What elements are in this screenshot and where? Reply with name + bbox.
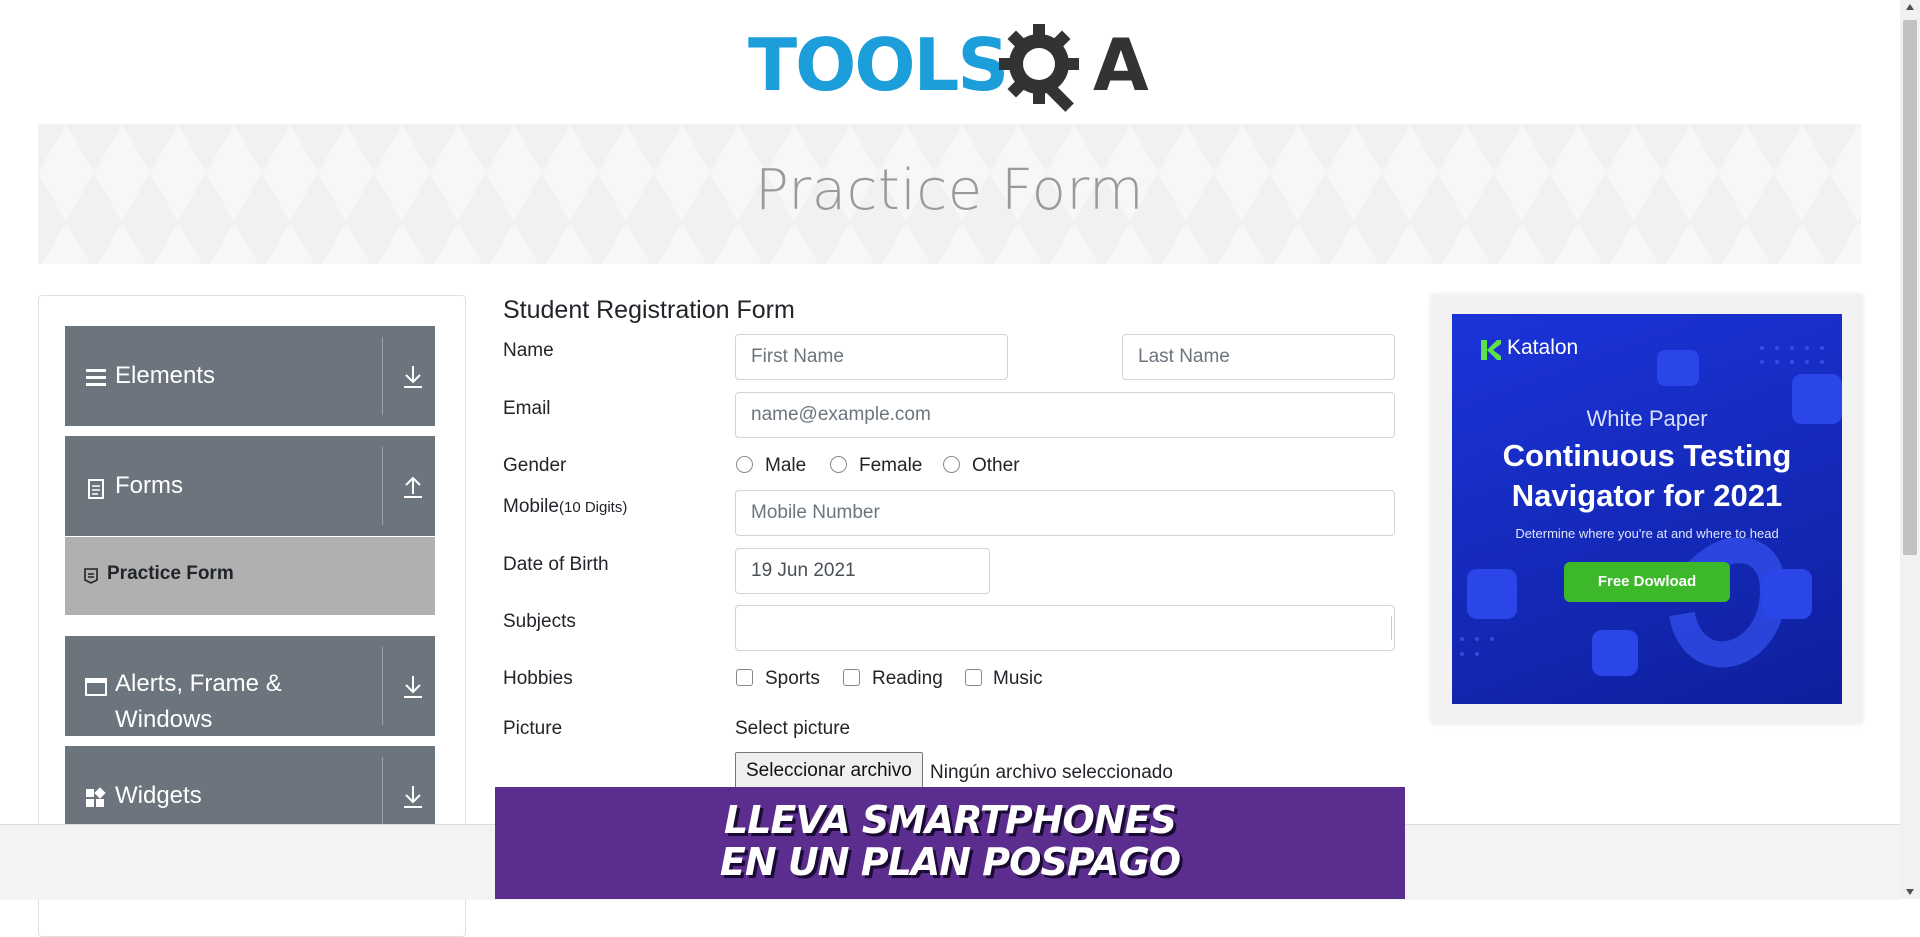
email-input[interactable]	[735, 392, 1395, 438]
logo-tools-text: TOOLS	[748, 23, 1007, 107]
sidebar-item-label: Practice Form	[107, 563, 234, 584]
email-label: Email	[503, 398, 551, 419]
hobby-sports-label[interactable]: Sports	[765, 668, 820, 690]
mobile-input[interactable]	[735, 490, 1395, 536]
window-icon	[85, 678, 107, 696]
hobby-reading-label[interactable]: Reading	[872, 668, 943, 690]
grid-icon	[86, 787, 106, 807]
dob-label: Date of Birth	[503, 554, 609, 575]
promo-line-2: EN UN PLAN POSPAGO	[719, 840, 1181, 884]
ad-kicker: White Paper	[1586, 406, 1708, 431]
sidebar-group-label: Elements	[115, 362, 216, 389]
sidebar-group-alerts[interactable]: Alerts, Frame & Windows	[65, 636, 435, 736]
sidebar-item-practice-form[interactable]: Practice Form	[65, 537, 435, 615]
sidebar-group-elements[interactable]: Elements	[65, 326, 435, 426]
subjects-label: Subjects	[503, 611, 576, 632]
divider	[382, 647, 383, 725]
gender-other-radio[interactable]	[943, 456, 960, 473]
katalon-ad[interactable]: Katalon White Paper Continuous Testing N…	[1452, 314, 1842, 704]
ad-subtitle: Determine where you're at and where to h…	[1515, 526, 1779, 541]
mobile-hint: (10 Digits)	[558, 499, 628, 516]
download-icon[interactable]	[401, 364, 425, 390]
form-title: Student Registration Form	[503, 296, 795, 324]
ad-headline-line-1: Continuous Testing	[1502, 438, 1792, 473]
subjects-input[interactable]	[735, 605, 1395, 651]
logo-a-text: A	[1093, 23, 1149, 107]
katalon-logo-icon	[1481, 340, 1501, 360]
sidebar-group-forms[interactable]: Forms	[65, 436, 435, 536]
hobby-sports-checkbox[interactable]	[736, 669, 753, 686]
ad-brand-text: Katalon	[1507, 336, 1579, 359]
hobby-music-label[interactable]: Music	[993, 668, 1043, 690]
ad-headline-line-2: Navigator for 2021	[1511, 478, 1783, 513]
list-icon	[86, 369, 106, 386]
sidebar-group-label: Widgets	[115, 782, 202, 809]
picture-caption: Select picture	[735, 718, 851, 739]
hobby-music-checkbox[interactable]	[965, 669, 982, 686]
form-icon	[84, 568, 98, 584]
gender-male-label[interactable]: Male	[765, 455, 806, 477]
upload-icon[interactable]	[401, 474, 425, 500]
gender-other-label[interactable]: Other	[972, 455, 1020, 477]
document-icon	[88, 479, 104, 499]
promo-line-1: LLEVA SMARTPHONES	[723, 798, 1177, 842]
divider	[382, 447, 383, 525]
hobbies-label: Hobbies	[503, 668, 573, 689]
picture-label: Picture	[503, 718, 563, 739]
ad-headline: Continuous Testing Navigator for 2021	[1452, 436, 1842, 516]
download-icon[interactable]	[401, 674, 425, 700]
scroll-up-icon[interactable]	[1906, 4, 1914, 10]
input-divider	[1391, 616, 1392, 640]
ad-download-button[interactable]: Free Dowload	[1564, 562, 1730, 602]
toolsqa-logo[interactable]: TOOLS A	[748, 18, 1158, 114]
first-name-input[interactable]	[735, 334, 1008, 380]
gear-magnifier-icon	[999, 24, 1079, 112]
scroll-down-icon[interactable]	[1906, 889, 1914, 895]
gender-male-radio[interactable]	[736, 456, 753, 473]
sidebar-group-label: Alerts, Frame & Windows	[115, 670, 282, 733]
file-status-text: Ningún archivo seleccionado	[930, 762, 1173, 783]
gender-female-label[interactable]: Female	[859, 455, 922, 477]
last-name-input[interactable]	[1122, 334, 1395, 380]
scroll-thumb[interactable]	[1903, 20, 1917, 555]
name-label: Name	[503, 340, 554, 361]
choose-file-button[interactable]: Seleccionar archivo	[735, 752, 923, 790]
vertical-scrollbar[interactable]	[1900, 0, 1920, 899]
gender-label: Gender	[503, 455, 567, 476]
gender-female-radio[interactable]	[830, 456, 847, 473]
page-title: Practice Form	[754, 158, 1145, 223]
sidebar-group-label: Forms	[115, 472, 183, 499]
hobby-reading-checkbox[interactable]	[843, 669, 860, 686]
mobile-label: Mobile(10 Digits)	[503, 496, 628, 517]
promo-banner[interactable]: LLEVA SMARTPHONES EN UN PLAN POSPAGO	[495, 787, 1405, 899]
date-of-birth-input[interactable]	[735, 548, 990, 594]
page-banner: Practice Form	[38, 124, 1861, 264]
divider	[382, 337, 383, 415]
download-icon[interactable]	[401, 784, 425, 810]
